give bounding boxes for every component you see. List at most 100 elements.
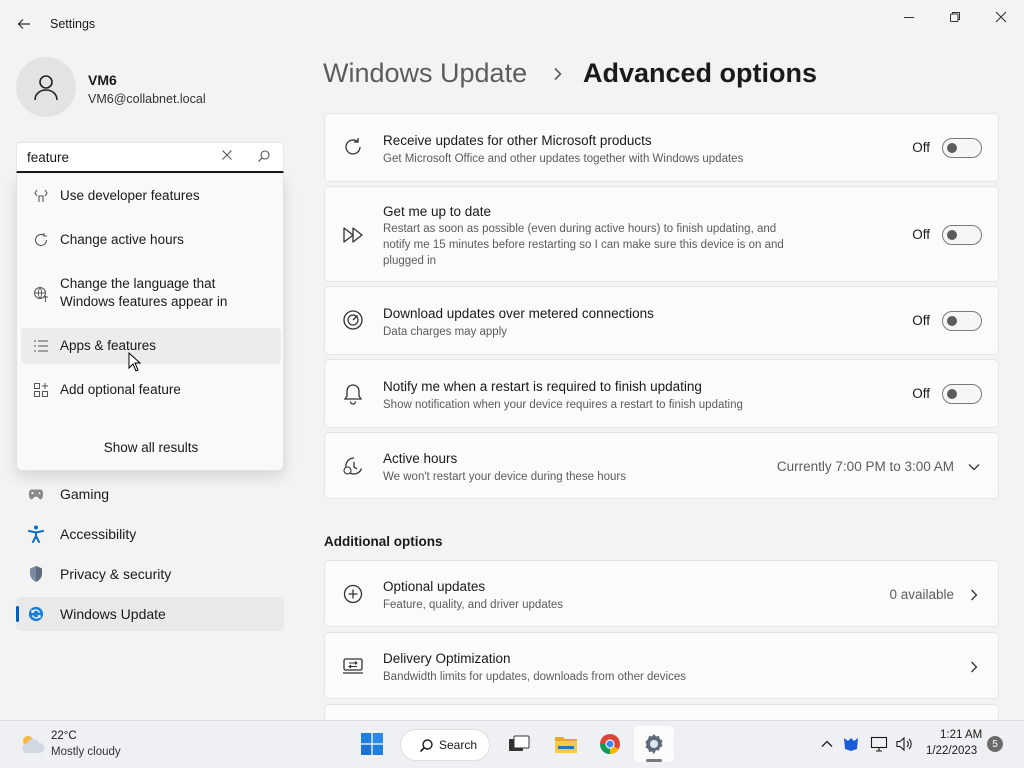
setting-card-notify-restart[interactable]: Notify me when a restart is required to … [324, 359, 999, 428]
gamepad-icon [28, 486, 44, 502]
start-button[interactable] [352, 726, 392, 762]
task-view-button[interactable] [499, 726, 539, 762]
search-result-item[interactable]: Use developer features [21, 180, 281, 212]
search-result-item[interactable]: Add optional feature [21, 374, 281, 406]
add-feature-icon [33, 382, 49, 398]
search-results-dropdown: Use developer features Change active hou… [16, 174, 284, 471]
toggle-switch[interactable] [942, 311, 982, 331]
back-arrow-icon [17, 19, 30, 29]
search-result-item[interactable]: Change active hours [21, 224, 281, 256]
clear-icon [222, 150, 232, 160]
settings-app-button[interactable] [634, 726, 674, 762]
toggle-switch[interactable] [942, 138, 982, 158]
sidebar-item-windows-update[interactable]: Windows Update [16, 597, 284, 631]
page-title: Advanced options [583, 58, 818, 88]
option-card-optional-updates[interactable]: Optional updates Feature, quality, and d… [324, 560, 999, 627]
network-button[interactable] [870, 735, 888, 753]
sidebar-item-privacy[interactable]: Privacy & security [16, 557, 284, 591]
sidebar-item-label: Privacy & security [60, 566, 172, 582]
sidebar-item-label: Windows Update [60, 606, 166, 622]
search-button[interactable] [257, 149, 271, 168]
accessibility-icon [28, 525, 44, 543]
chevron-right-icon [968, 589, 980, 601]
volume-button[interactable] [895, 735, 913, 753]
delivery-icon [342, 655, 364, 677]
sidebar-item-accessibility[interactable]: Accessibility [16, 517, 284, 551]
option-card-delivery-optimization[interactable]: Delivery Optimization Bandwidth limits f… [324, 632, 999, 699]
weather-temperature[interactable]: 22°C [51, 730, 77, 742]
settings-gear-icon [645, 734, 663, 754]
optional-updates-count: 0 available [889, 587, 954, 602]
chrome-button[interactable] [590, 726, 630, 762]
restore-icon [950, 12, 960, 22]
setting-desc: Show notification when your device requi… [383, 399, 743, 411]
clock-time[interactable]: 1:21 AM [940, 729, 982, 741]
taskbar-search-label: Search [439, 738, 478, 752]
setting-title: Active hours [383, 451, 458, 466]
setting-title: Download updates over metered connection… [383, 306, 654, 321]
setting-card-other-products[interactable]: Receive updates for other Microsoft prod… [324, 113, 999, 182]
active-hours-icon [342, 455, 364, 477]
chevron-down-icon[interactable] [968, 461, 980, 473]
start-icon [361, 733, 383, 755]
result-label: Use developer features [60, 188, 200, 203]
setting-title: Receive updates for other Microsoft prod… [383, 133, 652, 148]
developer-icon [33, 188, 49, 204]
setting-card-get-up-to-date[interactable]: Get me up to date Restart as soon as pos… [324, 186, 999, 282]
search-icon [419, 739, 433, 753]
add-circle-icon [342, 583, 364, 605]
malwarebytes-tray-button[interactable] [842, 735, 860, 753]
chevron-right-icon [968, 661, 980, 673]
option-title: Delivery Optimization [383, 651, 511, 666]
gauge-icon [342, 309, 364, 331]
minimize-icon [904, 17, 914, 18]
task-view-icon [509, 735, 530, 751]
taskbar-search[interactable]: Search [400, 729, 490, 761]
toggle-state-label: Off [912, 386, 930, 401]
toggle-switch[interactable] [942, 225, 982, 245]
close-button[interactable] [978, 6, 1024, 28]
person-icon [34, 75, 58, 101]
result-label: Change active hours [60, 232, 184, 247]
setting-card-metered[interactable]: Download updates over metered connection… [324, 286, 999, 355]
minimize-button[interactable] [886, 6, 932, 28]
network-icon [870, 736, 888, 752]
clock-date[interactable]: 1/22/2023 [926, 745, 977, 757]
file-explorer-icon [555, 737, 577, 753]
mouse-cursor-icon [128, 352, 142, 372]
clear-search-button[interactable] [221, 148, 233, 164]
refresh-icon [342, 136, 364, 158]
setting-card-active-hours[interactable]: Active hours We won't restart your devic… [324, 432, 999, 499]
bell-icon [342, 383, 364, 405]
search-result-item[interactable]: Apps & features [21, 328, 281, 364]
title-bar: Settings [0, 0, 1024, 48]
running-indicator [646, 759, 662, 762]
avatar[interactable] [16, 57, 76, 117]
toggle-state-label: Off [912, 227, 930, 242]
result-label: Add optional feature [60, 382, 181, 397]
setting-title: Get me up to date [383, 204, 492, 219]
search-box[interactable]: feature [16, 142, 284, 173]
breadcrumb-parent[interactable]: Windows Update [323, 58, 527, 89]
toggle-state-label: Off [912, 313, 930, 328]
search-input[interactable]: feature [27, 150, 69, 165]
notification-badge[interactable]: 5 [987, 736, 1003, 752]
file-explorer-button[interactable] [546, 726, 586, 762]
setting-desc: Data charges may apply [383, 326, 508, 338]
search-result-item[interactable]: Change the language that Windows feature… [21, 268, 281, 320]
toggle-knob [947, 316, 957, 326]
list-icon [33, 338, 49, 354]
option-desc: Feature, quality, and driver updates [383, 599, 564, 611]
show-hidden-icons-button[interactable] [818, 735, 836, 753]
show-all-results-button[interactable]: Show all results [17, 440, 285, 455]
toggle-switch[interactable] [942, 384, 982, 404]
toggle-knob [947, 143, 957, 153]
back-button[interactable] [10, 12, 38, 36]
restore-button[interactable] [932, 6, 978, 28]
app-title: Settings [50, 17, 96, 31]
sidebar-item-gaming[interactable]: Gaming [16, 477, 284, 511]
search-icon [258, 150, 270, 162]
weather-condition[interactable]: Mostly cloudy [51, 746, 121, 758]
windows-update-icon [28, 606, 44, 622]
setting-desc: Get Microsoft Office and other updates t… [383, 153, 744, 165]
